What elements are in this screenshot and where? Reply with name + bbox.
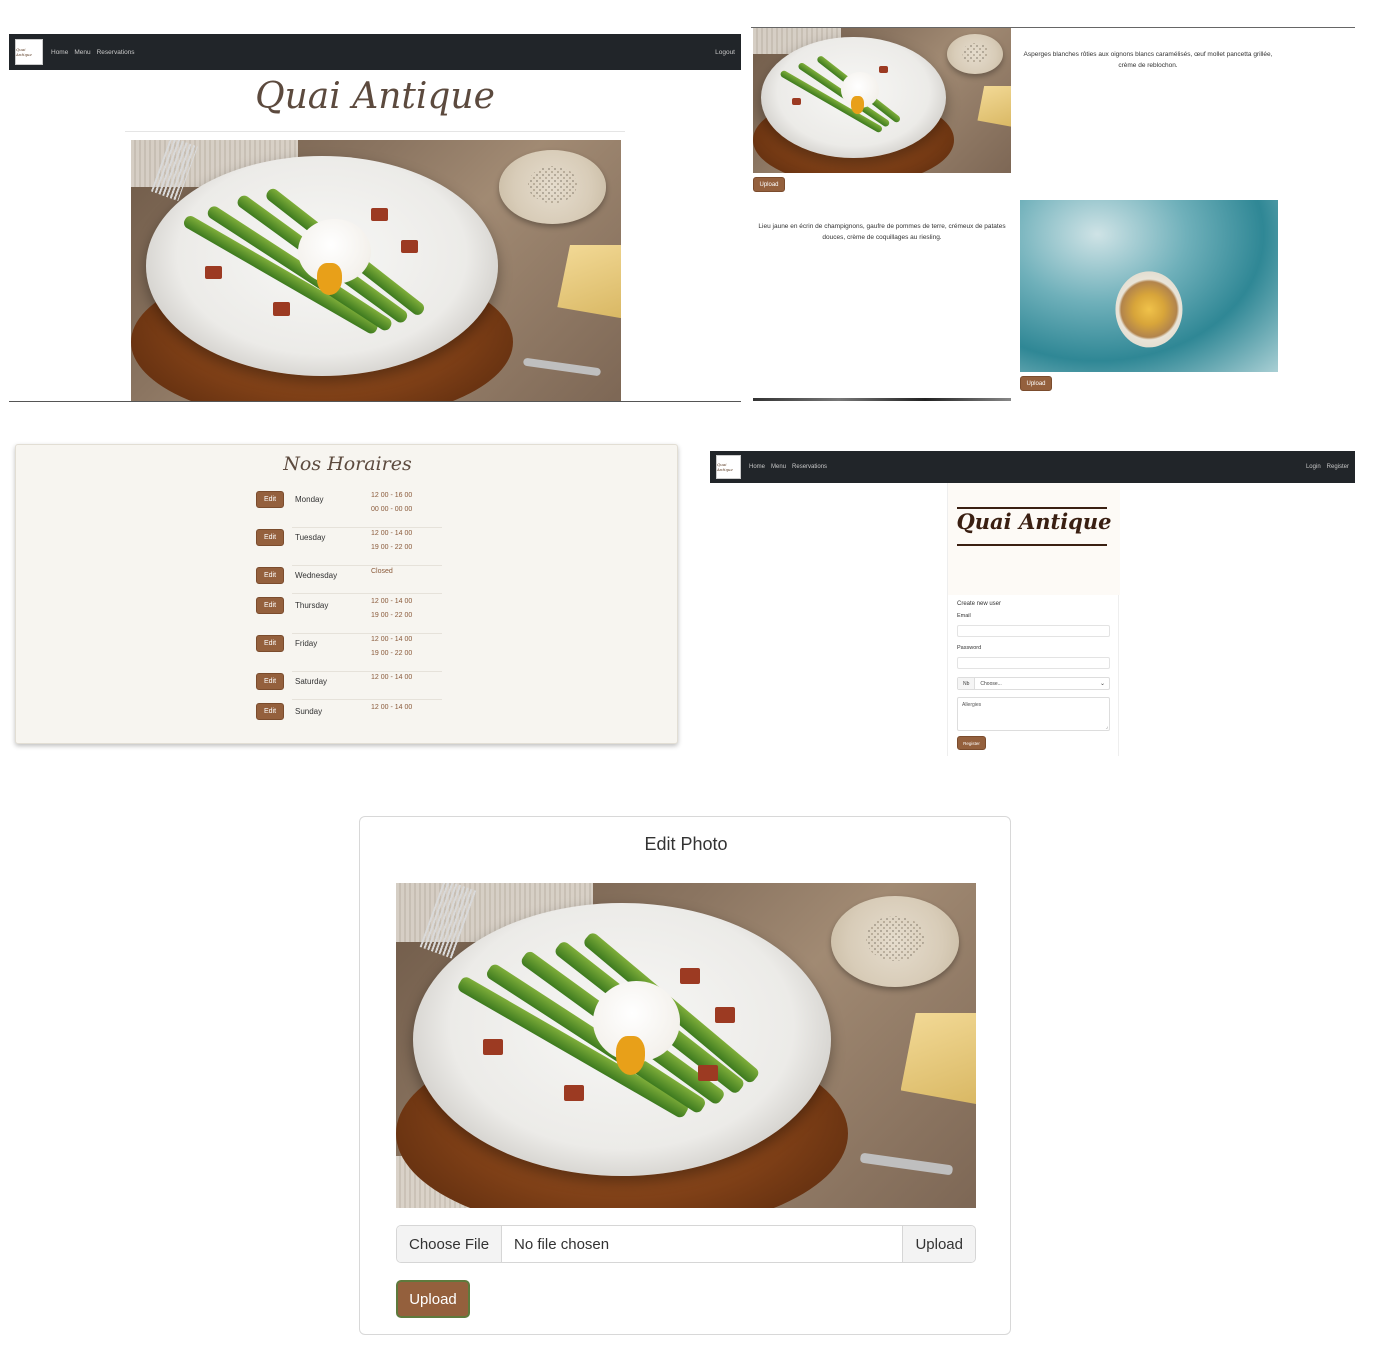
nav-register-link[interactable]: Register (1327, 464, 1349, 470)
password-label: Password (957, 645, 982, 651)
hours-row: Edit Wednesday Closed (256, 567, 442, 597)
register-card: Quai Antique Create new user Email Passw… (947, 483, 1120, 756)
edit-photo-preview (396, 883, 976, 1208)
edit-hours-button[interactable]: Edit (256, 567, 284, 584)
row-divider (292, 699, 442, 700)
row-divider (292, 565, 442, 566)
nav-login-link[interactable]: Login (1306, 464, 1321, 470)
hours-time-1: 12 00 - 14 00 (371, 598, 413, 605)
menu-description-2: Lieu jaune en écrin de champignons, gauf… (758, 223, 1006, 241)
hours-day: Sunday (295, 707, 323, 716)
hours-row: Edit Thursday 12 00 - 14 00 19 00 - 22 00 (256, 597, 442, 635)
hours-day: Friday (295, 639, 318, 648)
upload-button-2[interactable]: Upload (1020, 376, 1052, 391)
menu-description-1: Asperges blanches rôties aux oignons bla… (1023, 51, 1273, 69)
menu-panel: Upload Asperges blanches rôties aux oign… (751, 27, 1355, 402)
hours-row: Edit Monday 12 00 - 16 00 00 00 - 00 00 (256, 491, 442, 529)
email-field[interactable] (957, 625, 1110, 637)
hours-day: Saturday (295, 677, 328, 686)
nav-menu-link[interactable]: Menu (74, 49, 90, 56)
menu-dish-image-2 (1020, 200, 1278, 372)
create-user-heading: Create new user (957, 601, 1002, 607)
edit-photo-title: Edit Photo (644, 834, 728, 854)
edit-photo-card: Edit Photo Choose File No file chosen Up… (359, 816, 1011, 1335)
hours-time-1: 12 00 - 16 00 (371, 492, 413, 499)
nav-reservations-link[interactable]: Reservations (97, 49, 135, 56)
hours-title: Nos Horaires (283, 453, 412, 475)
hours-time-1: 12 00 - 14 00 (371, 704, 413, 711)
edit-hours-button[interactable]: Edit (256, 703, 284, 720)
nav-home-link[interactable]: Home (749, 464, 765, 470)
edit-hours-button[interactable]: Edit (256, 491, 284, 508)
upload-button[interactable]: Upload (396, 1280, 470, 1318)
edit-hours-button[interactable]: Edit (256, 635, 284, 652)
home-navbar: Quai Antique Home Menu Reservations Logo… (9, 34, 741, 70)
hours-row: Edit Tuesday 12 00 - 14 00 19 00 - 22 00 (256, 529, 442, 567)
row-divider (292, 633, 442, 634)
hours-row: Edit Saturday 12 00 - 14 00 (256, 673, 442, 703)
edit-hours-button[interactable]: Edit (256, 597, 284, 614)
password-field[interactable] (957, 657, 1110, 669)
hours-time-1: 12 00 - 14 00 (371, 674, 413, 681)
input-upload-label[interactable]: Upload (902, 1226, 975, 1262)
select-prefix: Nb (958, 678, 976, 689)
hours-row: Edit Sunday 12 00 - 14 00 (256, 703, 442, 733)
select-value: Choose... (980, 680, 1002, 687)
row-divider (292, 593, 442, 594)
guests-select[interactable]: Nb Choose... ⌄ (957, 677, 1110, 690)
hours-panel: Nos Horaires Edit Monday 12 00 - 16 00 00 0… (15, 444, 678, 744)
row-divider (292, 527, 442, 528)
hours-time-1: Closed (371, 568, 393, 575)
email-label: Email (957, 613, 971, 619)
edit-hours-button[interactable]: Edit (256, 529, 284, 546)
nav-logo[interactable]: Quai Antique (716, 455, 741, 479)
choose-file-button[interactable]: Choose File (397, 1226, 503, 1262)
hours-day: Thursday (295, 601, 329, 610)
nav-menu-link[interactable]: Menu (771, 464, 786, 470)
next-image-strip (753, 398, 1011, 401)
register-panel: Quai Antique Home Menu Reservations Logi… (710, 451, 1355, 756)
register-navbar: Quai Antique Home Menu Reservations Logi… (710, 451, 1355, 483)
title-divider (125, 131, 625, 132)
file-name-text: No file chosen (514, 1235, 610, 1253)
hours-time-1: 12 00 - 14 00 (371, 636, 413, 643)
nav-logout-link[interactable]: Logout (715, 49, 735, 56)
hours-time-1: 12 00 - 14 00 (371, 530, 413, 537)
nav-reservations-link[interactable]: Reservations (792, 464, 827, 470)
hours-day: Tuesday (295, 533, 326, 542)
nav-logo[interactable]: Quai Antique (15, 39, 43, 65)
hours-day: Wednesday (295, 571, 338, 580)
allergies-textarea[interactable]: Allergies ⌟ (957, 697, 1110, 731)
menu-dish-image-1 (753, 28, 1011, 173)
hours-time-2: 19 00 - 22 00 (371, 650, 413, 657)
logo-block: Quai Antique (948, 483, 1120, 595)
page-title: Quai Antique (255, 76, 495, 117)
hours-time-2: 19 00 - 22 00 (371, 612, 413, 619)
hero-dish-image (131, 140, 621, 401)
resize-handle-icon[interactable]: ⌟ (1106, 724, 1108, 730)
hours-row: Edit Friday 12 00 - 14 00 19 00 - 22 00 (256, 635, 442, 673)
register-button[interactable]: Register (957, 736, 986, 750)
hours-day: Monday (295, 495, 324, 504)
hours-time-2: 19 00 - 22 00 (371, 544, 413, 551)
chevron-down-icon: ⌄ (1099, 681, 1105, 687)
file-input-group: Choose File No file chosen Upload (396, 1225, 976, 1263)
edit-hours-button[interactable]: Edit (256, 673, 284, 690)
hours-time-2: 00 00 - 00 00 (371, 506, 413, 513)
row-divider (292, 671, 442, 672)
nav-home-link[interactable]: Home (51, 49, 68, 56)
upload-button-1[interactable]: Upload (753, 177, 785, 192)
home-panel: Quai Antique Home Menu Reservations Logo… (9, 34, 741, 402)
register-logo: Quai Antique (956, 509, 1112, 534)
allergies-placeholder: Allergies (962, 702, 982, 708)
